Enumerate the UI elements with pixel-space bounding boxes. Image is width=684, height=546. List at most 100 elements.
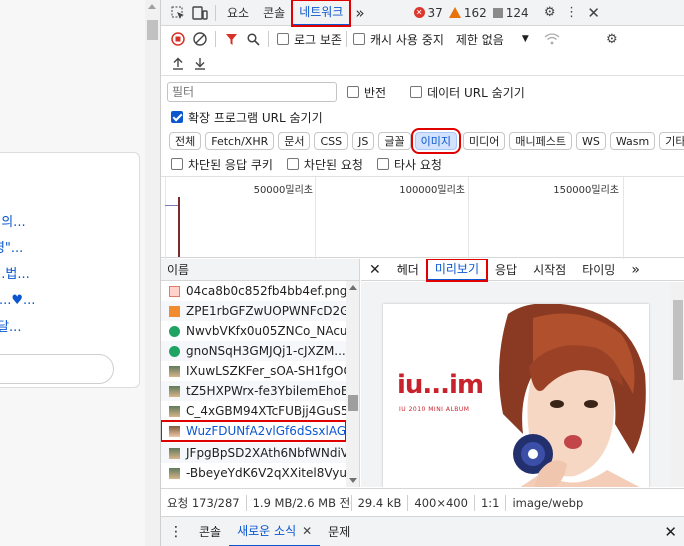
tab-console[interactable]: 콘솔 [256, 0, 292, 26]
third-party-checkbox[interactable]: 타사 요청 [376, 156, 442, 173]
scrollbar-thumb[interactable] [673, 300, 683, 380]
more-tabs-icon[interactable]: » [350, 0, 369, 26]
divider [215, 31, 216, 47]
settings-gear-icon[interactable]: ⚙ [539, 2, 561, 24]
request-row[interactable]: tZ5HXPWrx-fe3YbilemEhoB... [161, 381, 346, 401]
record-stop-icon[interactable] [167, 28, 189, 50]
divider [268, 31, 269, 47]
tab-response[interactable]: 응답 [487, 259, 525, 281]
error-count[interactable]: ✕ 37 [413, 6, 443, 20]
request-row[interactable]: 04ca8b0c852fb4bb4ef.png [161, 281, 346, 301]
invert-checkbox[interactable]: 반전 [347, 84, 386, 101]
preview-scrollbar[interactable] [671, 282, 684, 487]
request-row[interactable]: JFpgBpSD2XAth6NbfWNdiV... [161, 443, 346, 463]
type-filter-font[interactable]: 글꼴 [378, 132, 411, 150]
close-drawer-icon[interactable]: ✕ [656, 517, 684, 546]
type-filter-doc[interactable]: 문서 [278, 132, 311, 150]
request-name: C_4xGBM94XTcFUBjj4GuS54... [186, 404, 346, 418]
upload-har-icon[interactable] [167, 53, 189, 75]
scrollbar-thumb[interactable] [348, 395, 358, 411]
disable-cache-checkbox[interactable]: 캐시 사용 중지 [352, 31, 444, 48]
kebab-menu-icon[interactable]: ⋮ [561, 2, 583, 24]
type-filter-wasm[interactable]: Wasm [609, 132, 656, 150]
type-filter-other[interactable]: 기타 [659, 132, 684, 150]
search-icon[interactable] [242, 28, 264, 50]
type-filter-img[interactable]: 이미지 [410, 128, 462, 154]
filter-funnel-icon[interactable] [220, 28, 242, 50]
more-tabs-icon[interactable]: » [623, 259, 648, 281]
tab-network[interactable]: 네트워크 [291, 0, 352, 27]
checkbox[interactable] [376, 158, 389, 170]
drawer-tab-whats-new[interactable]: 새로운 소식 ✕ [229, 517, 321, 546]
type-filter-css[interactable]: CSS [314, 132, 349, 150]
request-row[interactable]: ZPE1rbGFZwUOPWNFcD2G... [161, 301, 346, 321]
comment-link[interactable]: 환영"... [0, 237, 23, 256]
drawer-tab-issues[interactable]: 문제 [320, 517, 358, 546]
drawer-tab-console[interactable]: 콘솔 [191, 517, 229, 546]
request-row[interactable]: NwvbVKfx0u05ZNCo_NAcu... [161, 321, 346, 341]
request-list-scrollbar[interactable] [346, 281, 359, 487]
scroll-down-icon[interactable] [349, 478, 357, 483]
tab-initiator[interactable]: 시작점 [525, 259, 574, 281]
tab-preview[interactable]: 미리보기 [425, 259, 489, 282]
tab-timing[interactable]: 타이밍 [574, 259, 623, 281]
network-overview-timeline[interactable]: 50000밀리초 100000밀리초 150000밀리초 [161, 176, 684, 259]
blocked-cookies-checkbox[interactable]: 차단된 응답 쿠키 [171, 156, 273, 173]
inspect-element-icon[interactable] [167, 2, 189, 24]
comment-link[interactable]: 야"...♥... [0, 289, 35, 308]
request-row-selected[interactable]: WuzFDUNfA2vlGf6dSsxlAG... [161, 420, 347, 442]
checkbox[interactable] [347, 86, 359, 98]
scrollbar-thumb[interactable] [147, 20, 158, 40]
checkbox[interactable] [352, 33, 365, 45]
comment-input[interactable] [0, 354, 114, 384]
close-detail-icon[interactable]: ✕ [361, 259, 389, 281]
hide-data-urls-checkbox[interactable]: 데이터 URL 숨기기 [410, 84, 525, 101]
name-column-header[interactable]: 이름 [161, 259, 359, 281]
image-mime-type: image/webp [512, 495, 584, 510]
type-filter-js[interactable]: JS [352, 132, 375, 150]
network-status-bar: 요청 173/287 1.9 MB/2.6 MB 전송 29.4 kB 400×… [161, 488, 684, 516]
request-row[interactable]: IXuwLSZKFer_sOA-SH1fgOC... [161, 361, 346, 381]
throttling-select[interactable]: 제한 없음 ▼ [456, 31, 529, 48]
checkbox[interactable] [171, 158, 183, 170]
type-filter-media[interactable]: 미디어 [463, 132, 506, 150]
close-icon[interactable]: ✕ [583, 2, 605, 24]
checkbox[interactable] [410, 86, 423, 98]
hide-extension-urls-checkbox[interactable]: 확장 프로그램 URL 숨기기 [171, 109, 323, 126]
drawer-menu-icon[interactable]: ⋮ [161, 517, 191, 546]
device-toolbar-icon[interactable] [189, 2, 211, 24]
clear-icon[interactable] [189, 28, 211, 50]
webp-icon [169, 345, 180, 357]
comment-link[interactable]: 부, 의... [0, 211, 26, 230]
request-row[interactable]: C_4xGBM94XTcFUBjj4GuS54... [161, 401, 346, 421]
comment-link[interactable]: 겁 달... [0, 316, 21, 335]
filter-input[interactable] [167, 82, 337, 102]
devtools-tabbar: 요소 콘솔 네트워크 » ✕ 37 162 124 ⚙ ⋮ ✕ [161, 0, 684, 27]
warning-count[interactable]: 162 [448, 6, 487, 20]
download-har-icon[interactable] [189, 53, 211, 75]
scroll-up-icon[interactable] [349, 285, 357, 290]
request-row[interactable]: -BbeyeYdK6V2qXXitel8Vyuh... [161, 463, 346, 483]
tab-headers[interactable]: 헤더 [389, 259, 427, 281]
close-tab-icon[interactable]: ✕ [302, 524, 312, 538]
preserve-log-checkbox[interactable]: 로그 보존 [277, 31, 342, 48]
tab-elements[interactable]: 요소 [220, 0, 256, 26]
checkbox[interactable] [277, 33, 289, 45]
checkbox-checked[interactable] [171, 111, 183, 123]
page-scrollbar[interactable] [145, 0, 160, 546]
network-settings-gear-icon[interactable]: ⚙ [601, 28, 623, 50]
type-filter-fetch-xhr[interactable]: Fetch/XHR [205, 132, 275, 150]
scroll-up-icon[interactable] [148, 4, 156, 9]
type-filter-manifest[interactable]: 매니페스트 [509, 132, 572, 150]
blocked-requests-checkbox[interactable]: 차단된 요청 [286, 156, 363, 173]
info-count[interactable]: 124 [492, 6, 529, 20]
type-filter-ws[interactable]: WS [575, 132, 606, 150]
comment-link[interactable]: 야...법... [0, 263, 30, 282]
checkbox[interactable] [286, 158, 299, 170]
network-conditions-wifi-icon[interactable] [541, 28, 563, 50]
photo-icon [169, 425, 180, 437]
blocked-cookies-label: 차단된 응답 쿠키 [188, 157, 273, 172]
error-icon: ✕ [413, 7, 425, 18]
type-filter-all[interactable]: 전체 [169, 132, 202, 150]
request-row[interactable]: gnoNSqH3GMJQj1-cJXZM... [161, 341, 346, 361]
